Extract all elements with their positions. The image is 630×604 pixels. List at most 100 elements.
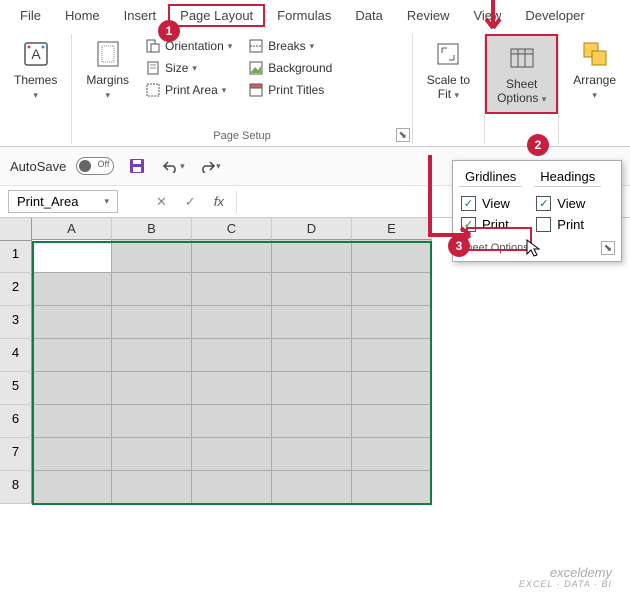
cell[interactable]: [32, 273, 112, 306]
cell[interactable]: [192, 471, 272, 504]
save-button[interactable]: [124, 153, 150, 179]
row-header[interactable]: 3: [0, 306, 32, 339]
tab-file[interactable]: File: [8, 4, 53, 27]
redo-button[interactable]: ▾: [196, 153, 222, 179]
print-titles-button[interactable]: Print Titles: [244, 80, 336, 100]
col-header[interactable]: B: [112, 218, 192, 240]
arrange-icon: [579, 38, 611, 70]
tab-review[interactable]: Review: [395, 4, 462, 27]
cell[interactable]: [352, 405, 432, 438]
group-scale-to-fit: Scale toFit ▾: [413, 34, 485, 144]
row-header[interactable]: 8: [0, 471, 32, 504]
headings-print-checkbox[interactable]: Print: [534, 214, 601, 235]
row-header[interactable]: 1: [0, 240, 32, 273]
cell[interactable]: [272, 438, 352, 471]
tab-developer[interactable]: Developer: [513, 4, 596, 27]
tab-data[interactable]: Data: [343, 4, 394, 27]
cell[interactable]: [352, 471, 432, 504]
col-header[interactable]: C: [192, 218, 272, 240]
cell[interactable]: [112, 273, 192, 306]
cell[interactable]: [32, 471, 112, 504]
tab-page-layout[interactable]: Page Layout: [168, 4, 265, 27]
cell[interactable]: [352, 438, 432, 471]
formula-cancel-button[interactable]: ✕: [150, 192, 173, 212]
select-all-corner[interactable]: [0, 218, 32, 241]
group-arrange: Arrange▾: [559, 34, 630, 144]
gridlines-print-checkbox[interactable]: Print: [459, 214, 522, 235]
group-themes: A Themes▾: [0, 34, 72, 144]
sheet-options-launcher[interactable]: ⬊: [601, 241, 615, 255]
chevron-down-icon: ▾: [105, 90, 110, 100]
cell[interactable]: [352, 240, 432, 273]
annotation-step-3: 3: [448, 235, 470, 257]
cell[interactable]: [192, 273, 272, 306]
cell[interactable]: [32, 240, 112, 273]
tab-formulas[interactable]: Formulas: [265, 4, 343, 27]
cell[interactable]: [272, 339, 352, 372]
cell[interactable]: [192, 372, 272, 405]
fx-button[interactable]: fx: [208, 192, 230, 211]
cell[interactable]: [272, 273, 352, 306]
group-page-setup: Margins▾ Orientation ▾ Size ▾ Print Area…: [72, 34, 412, 144]
gridlines-view-checkbox[interactable]: View: [459, 193, 522, 214]
cell[interactable]: [32, 405, 112, 438]
row-header[interactable]: 4: [0, 339, 32, 372]
cell[interactable]: [192, 339, 272, 372]
cell[interactable]: [352, 273, 432, 306]
cell[interactable]: [192, 240, 272, 273]
cell[interactable]: [112, 339, 192, 372]
cell[interactable]: [352, 306, 432, 339]
cell[interactable]: [272, 240, 352, 273]
orientation-button[interactable]: Orientation ▾: [141, 36, 236, 56]
cell[interactable]: [112, 306, 192, 339]
page-setup-launcher[interactable]: ⬊: [396, 128, 410, 142]
formula-enter-button[interactable]: ✓: [179, 192, 202, 212]
cell[interactable]: [192, 306, 272, 339]
col-header[interactable]: E: [352, 218, 432, 240]
cell[interactable]: [272, 372, 352, 405]
margins-icon: [92, 38, 124, 70]
cell[interactable]: [192, 438, 272, 471]
cell[interactable]: [32, 372, 112, 405]
cell[interactable]: [272, 306, 352, 339]
autosave-label: AutoSave: [10, 159, 66, 174]
cell[interactable]: [112, 372, 192, 405]
tab-view[interactable]: View: [461, 4, 513, 27]
margins-button[interactable]: Margins▾: [78, 34, 137, 127]
cell[interactable]: [32, 339, 112, 372]
cell[interactable]: [112, 438, 192, 471]
scale-to-fit-button[interactable]: Scale toFit ▾: [419, 34, 478, 139]
breaks-button[interactable]: Breaks ▾: [244, 36, 336, 56]
col-header[interactable]: D: [272, 218, 352, 240]
cursor-icon: [525, 238, 541, 258]
row-header[interactable]: 7: [0, 438, 32, 471]
cell[interactable]: [112, 471, 192, 504]
themes-button[interactable]: A Themes▾: [6, 34, 65, 139]
headings-view-checkbox[interactable]: View: [534, 193, 601, 214]
tab-home[interactable]: Home: [53, 4, 112, 27]
arrange-button[interactable]: Arrange▾: [565, 34, 624, 139]
print-area-button[interactable]: Print Area ▾: [141, 80, 236, 100]
row-header[interactable]: 5: [0, 372, 32, 405]
size-button[interactable]: Size ▾: [141, 58, 236, 78]
cell[interactable]: [32, 438, 112, 471]
cell[interactable]: [352, 339, 432, 372]
name-box[interactable]: Print_Area▾: [8, 190, 118, 213]
themes-icon: A: [20, 38, 52, 70]
row-header[interactable]: 6: [0, 405, 32, 438]
cell[interactable]: [352, 372, 432, 405]
cell[interactable]: [112, 240, 192, 273]
cell[interactable]: [192, 405, 272, 438]
cell[interactable]: [112, 405, 192, 438]
cell[interactable]: [272, 471, 352, 504]
row-header[interactable]: 2: [0, 273, 32, 306]
autosave-toggle[interactable]: Off: [76, 157, 114, 175]
col-header[interactable]: A: [32, 218, 112, 240]
background-button[interactable]: Background: [244, 58, 336, 78]
sheet-options-button[interactable]: SheetOptions ▾: [489, 38, 554, 110]
group-sheet-options: SheetOptions ▾: [485, 34, 559, 144]
cell[interactable]: [272, 405, 352, 438]
undo-button[interactable]: ▾: [160, 153, 186, 179]
grid-row: 3: [0, 306, 630, 339]
cell[interactable]: [32, 306, 112, 339]
